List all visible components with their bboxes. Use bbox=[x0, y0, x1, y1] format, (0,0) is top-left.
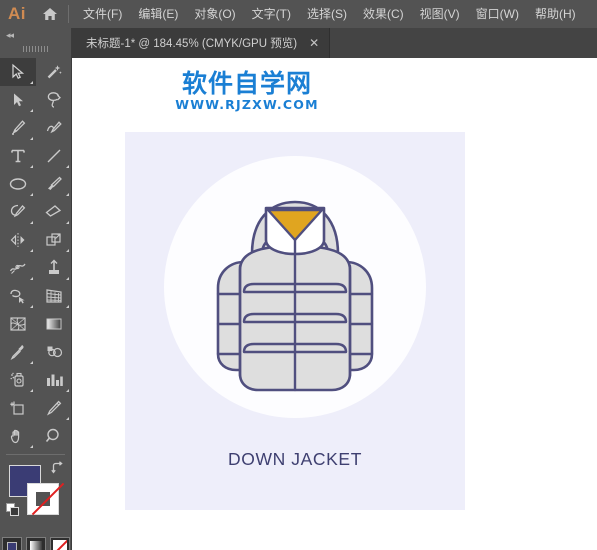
hand-tool[interactable] bbox=[0, 422, 36, 450]
tool-grid bbox=[0, 58, 71, 450]
watermark: 软件自学网 WWW.RJZXW.COM bbox=[162, 70, 332, 112]
shape-builder-tool[interactable] bbox=[0, 282, 36, 310]
selection-tool[interactable] bbox=[0, 58, 36, 86]
zoom-tool[interactable] bbox=[36, 422, 72, 450]
watermark-url: WWW.RJZXW.COM bbox=[175, 97, 319, 112]
fill-stroke-controls bbox=[0, 459, 71, 535]
artboard[interactable]: DOWN JACKET bbox=[125, 132, 465, 510]
watermark-title: 软件自学网 bbox=[181, 69, 312, 98]
menu-divider bbox=[68, 5, 69, 23]
line-segment-tool[interactable] bbox=[36, 142, 72, 170]
illustrator-window: Ai 文件(F) 编辑(E) 对象(O) 文字(T) 选择(S) 效果(C) 视… bbox=[0, 0, 597, 550]
menu-select[interactable]: 选择(S) bbox=[299, 3, 355, 25]
collapse-panel-button[interactable]: ◂◂ bbox=[0, 28, 71, 42]
color-mode-icon bbox=[6, 542, 17, 550]
reflect-tool[interactable] bbox=[0, 226, 36, 254]
document-tab-bar: 未标题-1* @ 184.45% (CMYK/GPU 预览) ✕ bbox=[72, 28, 597, 58]
flyout-indicator-icon bbox=[66, 165, 69, 168]
flyout-indicator-icon bbox=[66, 221, 69, 224]
flyout-indicator-icon bbox=[30, 137, 33, 140]
down-jacket-illustration[interactable] bbox=[200, 188, 390, 403]
flyout-indicator-icon bbox=[30, 221, 33, 224]
shaper-tool[interactable] bbox=[0, 198, 36, 226]
tool-panel: ◂◂ bbox=[0, 28, 72, 550]
gradient-mode-icon bbox=[29, 541, 42, 550]
none-mode-button[interactable] bbox=[49, 537, 70, 550]
color-mode-button[interactable] bbox=[1, 537, 22, 550]
eyedropper-tool[interactable] bbox=[0, 338, 36, 366]
column-graph-tool[interactable] bbox=[36, 366, 72, 394]
curvature-tool[interactable] bbox=[36, 114, 72, 142]
eraser-tool[interactable] bbox=[36, 198, 72, 226]
width-tool[interactable] bbox=[0, 254, 36, 282]
lasso-tool[interactable] bbox=[36, 86, 72, 114]
flyout-indicator-icon bbox=[30, 445, 33, 448]
blend-tool[interactable] bbox=[36, 338, 72, 366]
pen-tool[interactable] bbox=[0, 114, 36, 142]
flyout-indicator-icon bbox=[30, 109, 33, 112]
document-canvas[interactable]: 软件自学网 WWW.RJZXW.COM DOWN JACKET bbox=[72, 58, 597, 550]
default-fill-stroke-icon[interactable] bbox=[6, 503, 20, 517]
magic-wand-tool[interactable] bbox=[36, 58, 72, 86]
direct-selection-tool[interactable] bbox=[0, 86, 36, 114]
menu-items: 文件(F) 编辑(E) 对象(O) 文字(T) 选择(S) 效果(C) 视图(V… bbox=[75, 3, 584, 25]
symbol-sprayer-tool[interactable] bbox=[0, 366, 36, 394]
home-icon[interactable] bbox=[34, 0, 66, 28]
ellipse-tool[interactable] bbox=[0, 170, 36, 198]
perspective-grid-tool[interactable] bbox=[36, 282, 72, 310]
flyout-indicator-icon bbox=[30, 165, 33, 168]
scale-tool[interactable] bbox=[36, 226, 72, 254]
flyout-indicator-icon bbox=[30, 305, 33, 308]
flyout-indicator-icon bbox=[30, 277, 33, 280]
flyout-indicator-icon bbox=[66, 417, 69, 420]
color-mode-buttons bbox=[0, 537, 71, 550]
swap-fill-stroke-icon[interactable] bbox=[51, 461, 65, 475]
flyout-indicator-icon bbox=[66, 305, 69, 308]
app-logo: Ai bbox=[8, 4, 26, 23]
menu-window[interactable]: 窗口(W) bbox=[468, 3, 527, 25]
menu-object[interactable]: 对象(O) bbox=[186, 3, 243, 25]
close-icon[interactable]: ✕ bbox=[309, 37, 319, 49]
none-mode-icon bbox=[52, 540, 67, 550]
flyout-indicator-icon bbox=[66, 193, 69, 196]
artboard-label: DOWN JACKET bbox=[228, 449, 362, 469]
free-transform-tool[interactable] bbox=[36, 254, 72, 282]
flyout-indicator-icon bbox=[66, 389, 69, 392]
panel-drag-handle[interactable] bbox=[0, 42, 71, 56]
menu-type[interactable]: 文字(T) bbox=[244, 3, 299, 25]
toolpanel-divider bbox=[6, 454, 65, 455]
menu-file[interactable]: 文件(F) bbox=[75, 3, 130, 25]
flyout-indicator-icon bbox=[30, 389, 33, 392]
document-tab-title: 未标题-1* @ 184.45% (CMYK/GPU 预览) bbox=[86, 38, 298, 50]
flyout-indicator-icon bbox=[30, 193, 33, 196]
menu-view[interactable]: 视图(V) bbox=[412, 3, 468, 25]
stroke-swatch[interactable] bbox=[27, 482, 65, 516]
artboard-tool[interactable] bbox=[0, 394, 36, 422]
menu-edit[interactable]: 编辑(E) bbox=[130, 3, 186, 25]
menu-effect[interactable]: 效果(C) bbox=[355, 3, 412, 25]
type-tool[interactable] bbox=[0, 142, 36, 170]
flyout-indicator-icon bbox=[30, 361, 33, 364]
flyout-indicator-icon bbox=[66, 249, 69, 252]
gradient-mode-button[interactable] bbox=[25, 537, 46, 550]
mesh-tool[interactable] bbox=[0, 310, 36, 338]
menu-help[interactable]: 帮助(H) bbox=[527, 3, 584, 25]
gradient-tool[interactable] bbox=[36, 310, 72, 338]
paintbrush-tool[interactable] bbox=[36, 170, 72, 198]
flyout-indicator-icon bbox=[30, 249, 33, 252]
flyout-indicator-icon bbox=[66, 277, 69, 280]
grip-bars-icon bbox=[22, 46, 49, 52]
flyout-indicator-icon bbox=[30, 81, 33, 84]
slice-tool[interactable] bbox=[36, 394, 72, 422]
menu-bar: Ai 文件(F) 编辑(E) 对象(O) 文字(T) 选择(S) 效果(C) 视… bbox=[0, 0, 597, 28]
document-tab[interactable]: 未标题-1* @ 184.45% (CMYK/GPU 预览) ✕ bbox=[72, 28, 331, 58]
